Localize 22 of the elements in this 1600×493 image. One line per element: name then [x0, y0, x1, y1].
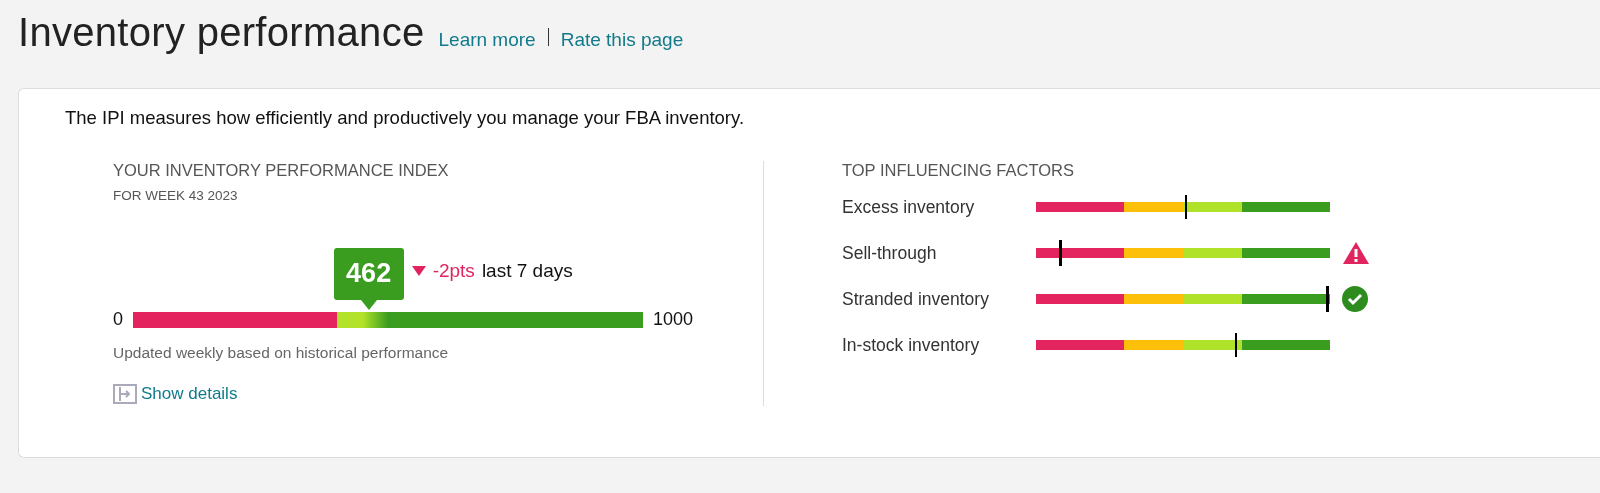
scale-min: 0	[113, 309, 123, 330]
expand-panel-icon[interactable]	[113, 384, 137, 404]
check-circle-icon	[1342, 286, 1368, 312]
scale-max: 1000	[653, 309, 694, 330]
change-period: last 7 days	[481, 259, 573, 282]
factor-label: In-stock inventory	[842, 334, 981, 356]
warning-icon	[1342, 241, 1370, 265]
week-label: FOR WEEK 43 2023	[113, 188, 239, 203]
header-link[interactable]: Rate this page	[560, 29, 684, 51]
score-change: -2pts	[432, 259, 475, 282]
down-triangle-icon	[411, 265, 426, 276]
show-details-link[interactable]: Show details	[141, 384, 238, 404]
page-title: Inventory performance	[18, 10, 425, 55]
section-heading: YOUR INVENTORY PERFORMANCE INDEX	[113, 161, 450, 180]
intro-text: The IPI measures how efficiently and productively you manage your FBA inventory.	[65, 107, 746, 129]
update-note: Updated weekly based on historical performance	[113, 344, 450, 362]
section-heading: TOP INFLUENCING FACTORS	[842, 161, 1075, 180]
factor-label: Sell-through	[842, 242, 938, 264]
factor-label: Excess inventory	[842, 196, 976, 218]
header-link[interactable]: Learn more	[438, 29, 536, 51]
score-callout: 462	[333, 247, 404, 310]
factor-label: Stranded inventory	[842, 288, 990, 310]
